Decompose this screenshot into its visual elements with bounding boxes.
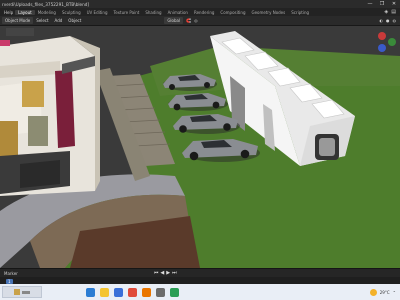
tab-sculpting[interactable]: Sculpting: [59, 10, 84, 15]
weather-temp[interactable]: 29°C: [380, 290, 390, 295]
scene-icon[interactable]: ◈: [384, 9, 388, 15]
menu-select[interactable]: Select: [33, 18, 51, 23]
transform-tools: Global 🧲 ◎: [164, 17, 198, 24]
tab-animation[interactable]: Animation: [165, 10, 191, 15]
taskbar-apps: [86, 287, 179, 297]
network-icon[interactable]: ⌃: [393, 290, 396, 295]
timeline-marker-menu[interactable]: Marker: [0, 271, 24, 276]
overlay-icon[interactable]: ◐: [380, 18, 384, 23]
store-icon[interactable]: [114, 287, 123, 297]
viewport-header: Object Mode Select Add Object Global 🧲 ◎…: [0, 16, 400, 26]
tab-shading[interactable]: Shading: [142, 10, 164, 15]
timeline-header: Marker ⏮ ◀ ▶ ⏭: [0, 269, 400, 277]
snap-icon[interactable]: 🧲: [186, 18, 191, 23]
tab-scripting[interactable]: Scripting: [288, 10, 312, 15]
blender-icon[interactable]: [142, 287, 151, 297]
scene-icons: ◈ ▤: [384, 9, 400, 15]
jump-end-icon[interactable]: ⏭: [172, 270, 177, 276]
menu-help[interactable]: Help: [2, 10, 15, 15]
house: [0, 28, 100, 196]
playback-controls: ⏮ ◀ ▶ ⏭: [154, 270, 177, 276]
transform-orientation[interactable]: Global: [164, 17, 184, 24]
tab-rendering[interactable]: Rendering: [191, 10, 217, 15]
close-button[interactable]: ✕: [388, 0, 400, 8]
app-icon[interactable]: [170, 287, 179, 297]
shading-material-icon[interactable]: ◍: [393, 18, 397, 23]
top-menubar: Help Layout Modeling Sculpting UV Editin…: [0, 8, 400, 16]
tab-layout[interactable]: Layout: [15, 9, 35, 15]
navigation-gizmo: [378, 32, 396, 52]
chrome-icon[interactable]: [128, 287, 137, 297]
tab-texture-paint[interactable]: Texture Paint: [111, 10, 143, 15]
window-titlebar: rverdi\Uploads_files_3752291_BTB\blend] …: [0, 0, 400, 8]
timeline-panel: Marker ⏮ ◀ ▶ ⏭ 1: [0, 268, 400, 285]
viewport-shading: ◐ ● ◍: [380, 18, 400, 23]
proportional-edit-icon[interactable]: ◎: [194, 18, 198, 23]
file-explorer-icon[interactable]: [100, 287, 109, 297]
maximize-button[interactable]: ❐: [376, 0, 388, 8]
view-layer-icon[interactable]: ▤: [391, 9, 396, 15]
jump-start-icon[interactable]: ⏮: [154, 270, 159, 276]
tab-compositing[interactable]: Compositing: [217, 10, 248, 15]
3d-viewport[interactable]: [0, 26, 400, 268]
tab-modeling[interactable]: Modeling: [35, 10, 59, 15]
shading-solid-icon[interactable]: ●: [386, 18, 390, 23]
edge-icon[interactable]: [86, 287, 95, 297]
menu-object[interactable]: Object: [65, 18, 84, 23]
play-reverse-icon[interactable]: ◀: [160, 270, 164, 276]
window-title: rverdi\Uploads_files_3752291_BTB\blend]: [2, 1, 90, 7]
system-tray: 29°C ⌃: [369, 288, 400, 296]
weather-icon: [369, 288, 377, 296]
camera-icon[interactable]: [156, 287, 165, 297]
menu-add[interactable]: Add: [52, 18, 66, 23]
current-frame[interactable]: 1: [6, 278, 13, 284]
window-controls: — ❐ ✕: [364, 0, 400, 8]
scene-render: [0, 28, 400, 268]
play-icon[interactable]: ▶: [166, 270, 170, 276]
window-thumbnail[interactable]: [2, 286, 42, 298]
minimize-button[interactable]: —: [364, 0, 376, 8]
os-taskbar: 29°C ⌃: [0, 284, 400, 300]
mode-selector[interactable]: Object Mode: [2, 17, 34, 24]
tab-uv-editing[interactable]: UV Editing: [84, 10, 111, 15]
tab-geometry-nodes[interactable]: Geometry Nodes: [248, 10, 288, 15]
